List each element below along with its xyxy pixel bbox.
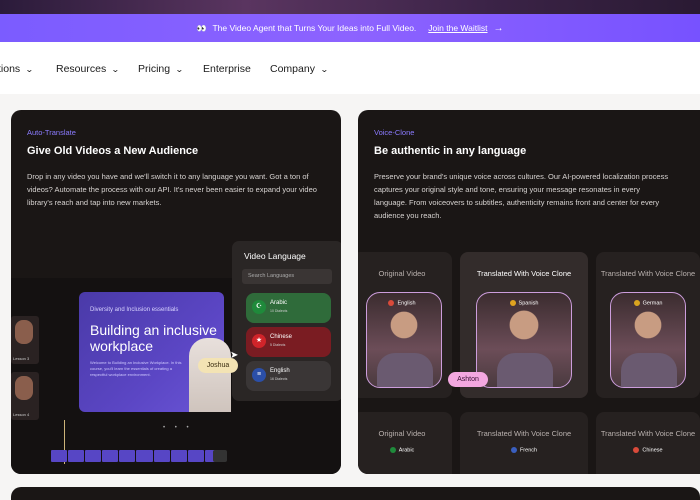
language-dialects: 16 Dialects xyxy=(270,377,288,381)
chevron-down-icon: ⌄ xyxy=(319,64,329,74)
card-description: Preserve your brand's unique voice acros… xyxy=(374,172,669,220)
language-tag: Arabic xyxy=(358,447,452,453)
next-section-card xyxy=(11,487,700,500)
nav-label: Enterprise xyxy=(203,63,251,75)
germany-flag-icon xyxy=(633,300,640,306)
nav-item-company[interactable]: Company ⌄ xyxy=(270,63,329,75)
voice-clone-card: Voice-Clone Be authentic in any language… xyxy=(358,110,700,474)
video-label: Translated With Voice Clone xyxy=(476,429,572,438)
banner-text: The Video Agent that Turns Your Ideas in… xyxy=(212,23,417,33)
nav-item-enterprise[interactable]: Enterprise xyxy=(203,63,251,75)
card-eyebrow: Auto-Translate xyxy=(27,128,76,137)
card-description: Drop in any video you have and we'll swi… xyxy=(27,172,317,207)
language-name: English xyxy=(270,368,290,374)
video-language-panel: Video Language Search Languages ☪ Arabic… xyxy=(232,241,341,401)
mouse-pointer-icon: ➤ xyxy=(230,350,239,361)
nav-label: tions xyxy=(0,63,21,75)
chevron-down-icon: ⌄ xyxy=(175,64,184,74)
video-original-arabic[interactable]: Original Video Arabic xyxy=(358,412,452,474)
language-option-english[interactable]: ≡ English 16 Dialects xyxy=(246,361,331,391)
video-original-english[interactable]: Original Video English xyxy=(358,252,452,398)
video-translated-german[interactable]: Translated With Voice Clone German xyxy=(596,252,700,398)
chevron-down-icon: ⌄ xyxy=(25,64,34,74)
uk-flag-icon xyxy=(388,300,395,306)
arrow-right-icon: → xyxy=(493,22,504,34)
scene-thumbnail[interactable]: Lesson 4 xyxy=(11,372,39,420)
announcement-banner: 👀 The Video Agent that Turns Your Ideas … xyxy=(0,14,700,42)
language-tag: Spanish xyxy=(460,300,588,306)
presenter-face xyxy=(15,376,33,400)
card-title: Give Old Videos a New Audience xyxy=(27,145,199,157)
video-translated-french[interactable]: Translated With Voice Clone French xyxy=(460,412,588,474)
nav-label: Pricing xyxy=(138,63,171,75)
video-label: Translated With Voice Clone xyxy=(476,269,572,278)
scene-thumbnails: Lesson 3 Lesson 4 xyxy=(11,316,39,428)
video-label: Translated With Voice Clone xyxy=(600,269,696,278)
timeline-track[interactable] xyxy=(51,450,221,462)
nav-item-pricing[interactable]: Pricing ⌄ xyxy=(138,63,184,75)
video-label: Translated With Voice Clone xyxy=(600,429,696,438)
language-name: Chinese xyxy=(270,334,293,340)
language-option-arabic[interactable]: ☪ Arabic 10 Dialects xyxy=(246,293,331,323)
panel-title: Video Language xyxy=(244,251,306,261)
nav-item-solutions[interactable]: tions ⌄ xyxy=(0,63,34,75)
language-dialects: 10 Dialects xyxy=(270,309,288,313)
video-label: Original Video xyxy=(378,269,426,278)
saudi-flag-icon: ☪ xyxy=(252,300,266,314)
slide-body: Welcome to Building an Inclusive Workpla… xyxy=(90,360,182,377)
scene-thumbnail[interactable]: Lesson 3 xyxy=(11,316,39,364)
nav-label: Company xyxy=(270,63,315,75)
language-tag: French xyxy=(460,447,588,453)
auto-translate-card: Auto-Translate Give Old Videos a New Aud… xyxy=(11,110,341,474)
timeline-button[interactable] xyxy=(213,450,227,462)
main-nav: tions ⌄ Resources ⌄ Pricing ⌄ Enterprise Co… xyxy=(0,42,700,94)
china-flag-icon xyxy=(633,447,640,453)
nav-item-resources[interactable]: Resources ⌄ xyxy=(56,63,120,75)
language-tag: English xyxy=(358,300,452,306)
language-tag: Chinese xyxy=(596,447,700,453)
card-eyebrow: Voice-Clone xyxy=(374,128,415,137)
language-dialects: 5 Dialects xyxy=(270,343,286,347)
video-label: Original Video xyxy=(378,429,426,438)
spain-flag-icon xyxy=(509,300,516,306)
card-title: Be authentic in any language xyxy=(374,145,527,157)
join-waitlist-link[interactable]: Join the Waitlist xyxy=(428,23,487,33)
presenter-avatar xyxy=(189,338,231,412)
thumb-caption: Lesson 4 xyxy=(13,412,30,417)
eyes-icon: 👀 xyxy=(196,23,207,33)
language-option-chinese[interactable]: ★ Chinese 5 Dialects xyxy=(246,327,331,357)
language-search-input[interactable]: Search Languages xyxy=(242,269,332,284)
us-flag-icon: ≡ xyxy=(252,368,266,382)
presenter-face xyxy=(15,320,33,344)
collaborator-cursor-ashton: Ashton xyxy=(448,372,488,387)
slide-kicker: Diversity and Inclusion essentials xyxy=(90,307,179,313)
language-name: Arabic xyxy=(270,300,288,306)
nav-label: Resources xyxy=(56,63,107,75)
saudi-flag-icon xyxy=(389,447,396,453)
video-translated-chinese[interactable]: Translated With Voice Clone Chinese xyxy=(596,412,700,474)
chevron-down-icon: ⌄ xyxy=(111,64,120,74)
top-hero-strip xyxy=(0,0,700,14)
pagination-dots: • • • xyxy=(163,425,193,431)
language-tag: German xyxy=(596,300,700,306)
thumb-caption: Lesson 3 xyxy=(13,356,30,361)
china-flag-icon: ★ xyxy=(252,334,266,348)
france-flag-icon xyxy=(510,447,517,453)
